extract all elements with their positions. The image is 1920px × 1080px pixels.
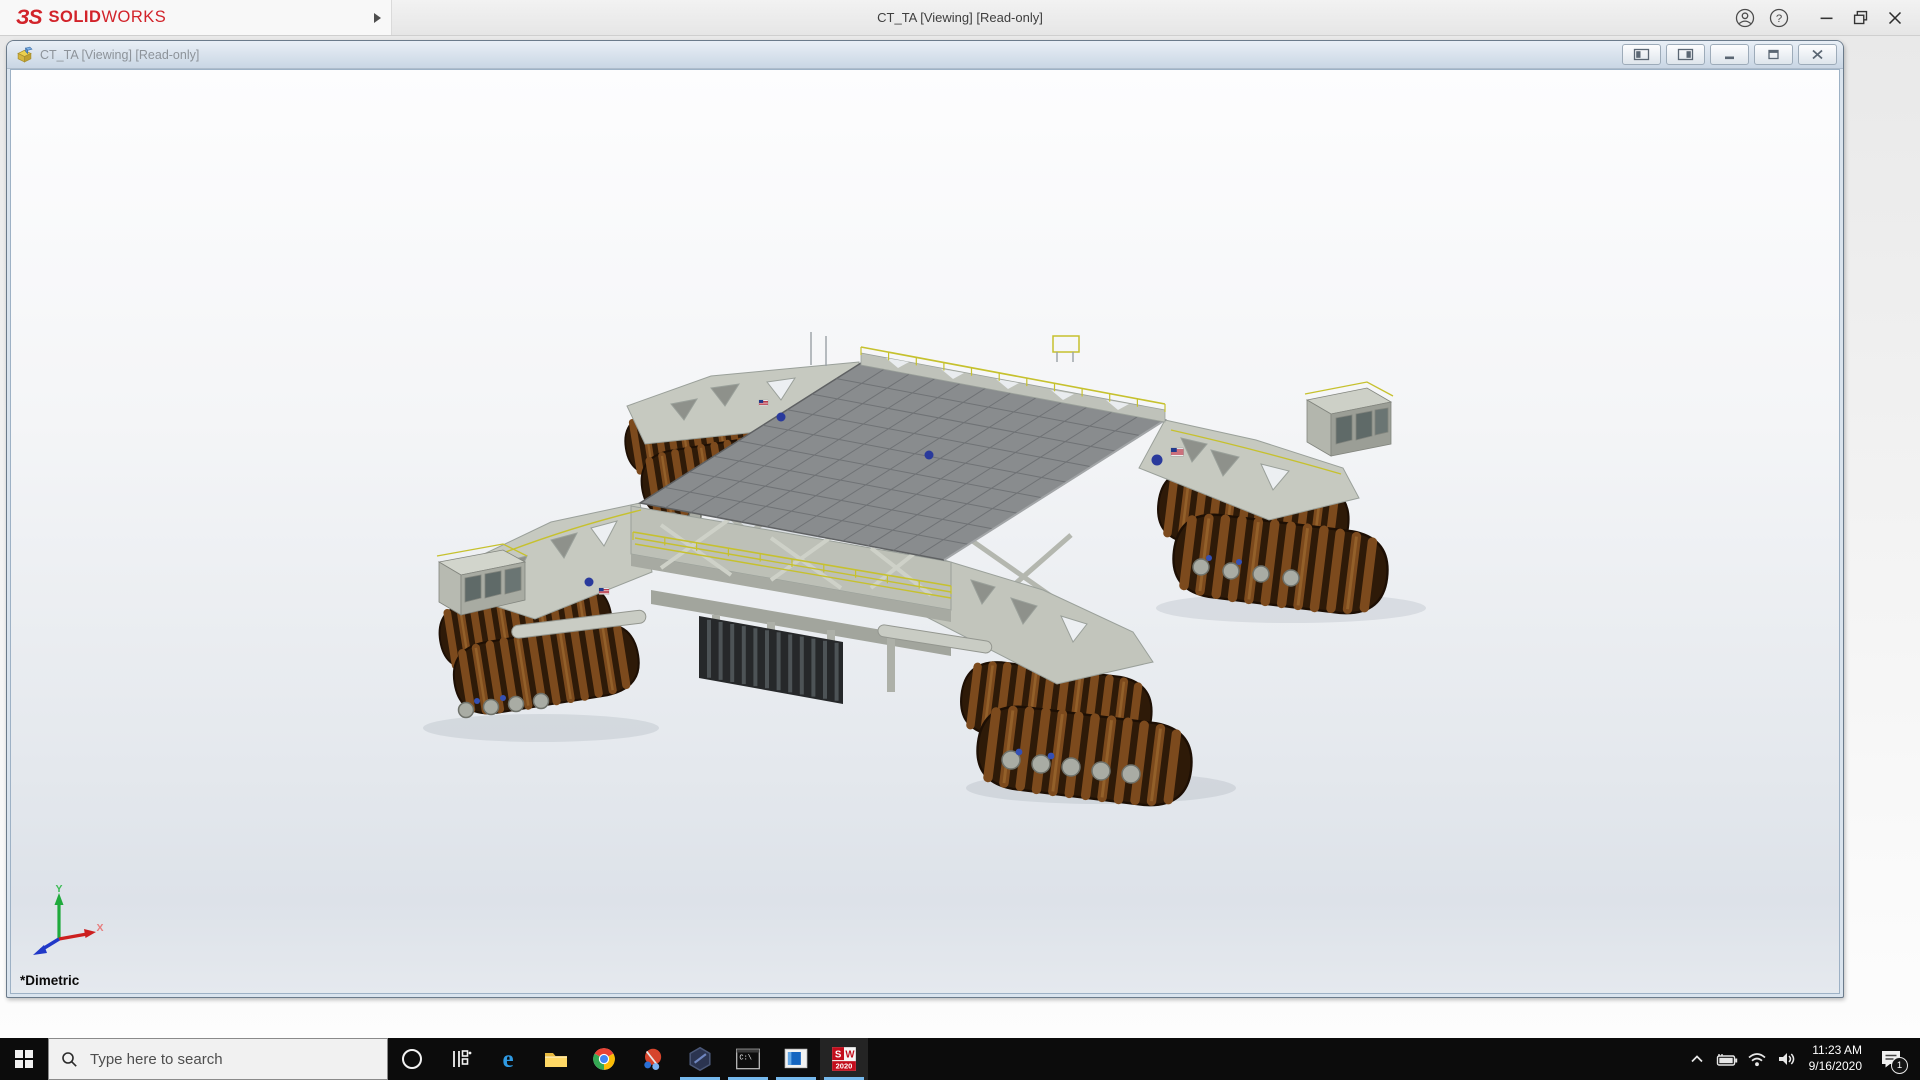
taskbar-clock[interactable]: 11:23 AM 9/16/2020	[1802, 1043, 1869, 1074]
file-explorer-icon	[542, 1045, 570, 1073]
assembly-document-icon	[16, 46, 33, 63]
graphics-viewport[interactable]: Y X *Dimetric	[10, 69, 1840, 994]
chrome-icon	[590, 1045, 618, 1073]
mdi-client-area: CT_TA [Viewing] [Read-only]	[0, 36, 1920, 1038]
start-button[interactable]	[0, 1038, 48, 1080]
triad-y-label: Y	[55, 885, 62, 895]
taskbar-hexagon-app-button[interactable]	[676, 1038, 724, 1080]
svg-text:W: W	[845, 1049, 855, 1060]
wifi-icon	[1745, 1047, 1769, 1071]
document-window: CT_TA [Viewing] [Read-only]	[6, 40, 1844, 998]
taskbar-search[interactable]	[48, 1038, 388, 1080]
command-prompt-icon: C:\	[734, 1045, 762, 1073]
taskbar-window-app-button[interactable]	[772, 1038, 820, 1080]
app-window-controls: ?	[1728, 0, 1912, 35]
document-title: CT_TA [Viewing] [Read-only]	[40, 48, 1622, 62]
brand-solid: SOLID	[49, 8, 102, 26]
solidworks-logo: ЗS SOLIDWORKS	[0, 0, 392, 35]
taskbar-cortana-button[interactable]	[388, 1038, 436, 1080]
solidworks-app-icon: S W 2020	[830, 1045, 858, 1073]
taskbar-solidworks-button[interactable]: S W 2020	[820, 1038, 868, 1080]
clock-date: 9/16/2020	[1809, 1059, 1862, 1075]
doc-minimize-button[interactable]	[1710, 44, 1749, 65]
restore-button[interactable]	[1844, 3, 1878, 33]
minimize-button[interactable]	[1810, 3, 1844, 33]
solidworks-3ds-glyph: ЗS	[16, 6, 42, 30]
window-app-icon	[782, 1045, 810, 1073]
svg-text:e: e	[502, 1046, 513, 1073]
orientation-triad: Y X	[27, 885, 105, 963]
taskbar-task-view-button[interactable]	[436, 1038, 484, 1080]
cortana-icon	[399, 1046, 425, 1072]
document-window-controls	[1622, 44, 1837, 65]
account-icon[interactable]	[1728, 3, 1762, 33]
app-titlebar: ЗS SOLIDWORKS CT_TA [Viewing] [Read-only…	[0, 0, 1920, 36]
taskbar-command-prompt-button[interactable]: C:\	[724, 1038, 772, 1080]
task-view-icon	[447, 1046, 473, 1072]
svg-text:2020: 2020	[836, 1062, 853, 1071]
taskbar-file-explorer-button[interactable]	[532, 1038, 580, 1080]
app-window-title: CT_TA [Viewing] [Read-only]	[877, 0, 1043, 35]
taskbar-capture-tool-button[interactable]	[628, 1038, 676, 1080]
cab-rear-right	[1305, 382, 1393, 456]
show-left-pane-button[interactable]	[1622, 44, 1661, 65]
chevron-up-icon	[1686, 1048, 1708, 1070]
tray-network-button[interactable]	[1742, 1038, 1772, 1080]
taskbar-edge-button[interactable]: e	[484, 1038, 532, 1080]
search-icon	[61, 1051, 78, 1068]
document-titlebar: CT_TA [Viewing] [Read-only]	[7, 41, 1843, 69]
tray-battery-button[interactable]	[1712, 1038, 1742, 1080]
crawler-transporter-model	[11, 70, 1840, 994]
doc-close-button[interactable]	[1798, 44, 1837, 65]
triad-x-label: X	[96, 922, 103, 934]
clock-time: 11:23 AM	[1809, 1043, 1862, 1059]
tray-chevron-button[interactable]	[1682, 1038, 1712, 1080]
system-tray: 11:23 AM 9/16/2020 1	[1682, 1038, 1920, 1080]
taskbar-chrome-button[interactable]	[580, 1038, 628, 1080]
doc-restore-button[interactable]	[1754, 44, 1793, 65]
svg-text:?: ?	[1776, 12, 1782, 24]
tray-volume-button[interactable]	[1772, 1038, 1802, 1080]
view-orientation-label: *Dimetric	[20, 973, 79, 988]
capture-tool-icon	[638, 1045, 666, 1073]
battery-icon	[1715, 1047, 1739, 1071]
edge-icon: e	[494, 1045, 522, 1073]
help-icon[interactable]: ?	[1762, 3, 1796, 33]
svg-text:C:\: C:\	[739, 1055, 752, 1063]
search-input[interactable]	[88, 1050, 372, 1069]
taskbar: e C:\	[0, 1038, 1920, 1080]
show-right-pane-button[interactable]	[1666, 44, 1705, 65]
screen: ЗS SOLIDWORKS CT_TA [Viewing] [Read-only…	[0, 0, 1920, 1080]
action-center-button[interactable]: 1	[1869, 1038, 1913, 1080]
speaker-icon	[1775, 1047, 1799, 1071]
notification-badge: 1	[1891, 1057, 1908, 1074]
close-button[interactable]	[1878, 3, 1912, 33]
svg-text:S: S	[835, 1049, 842, 1060]
brand-works: WORKS	[101, 8, 166, 26]
menu-flyout-arrow-icon[interactable]	[374, 13, 381, 23]
hexagon-app-icon	[686, 1045, 714, 1073]
